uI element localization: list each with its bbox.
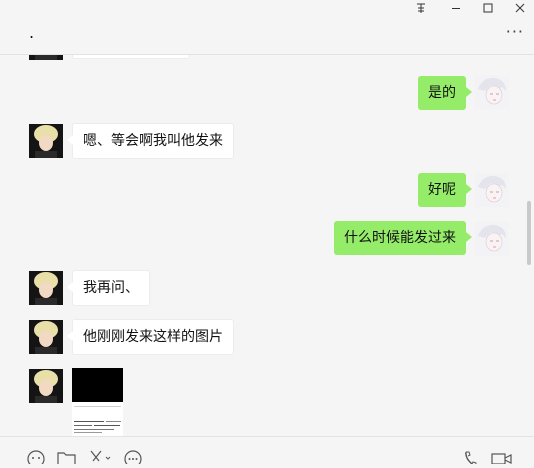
- title-bar: . ···: [0, 0, 534, 55]
- message-list[interactable]: 是的 嗯、等会啊我叫他发来 好呢 什么时候能发过来 我再问、 他刚刚发来这样的图…: [0, 55, 534, 436]
- message-bubble[interactable]: 是的: [418, 76, 472, 110]
- image-message[interactable]: [72, 368, 123, 436]
- pin-icon[interactable]: [407, 0, 435, 16]
- input-toolbar: [0, 436, 534, 468]
- contact-avatar[interactable]: [29, 320, 63, 354]
- message-bubble[interactable]: 嗯、等会啊我叫他发来: [67, 123, 234, 159]
- contact-avatar[interactable]: [29, 369, 63, 403]
- message-bubble[interactable]: 我再问、: [67, 270, 150, 306]
- phone-icon[interactable]: [462, 449, 482, 466]
- message-bubble[interactable]: 他刚刚发来这样的图片: [67, 319, 234, 355]
- message-bubble[interactable]: 什么时候能发过来: [334, 221, 472, 255]
- self-avatar[interactable]: [475, 222, 509, 256]
- maximize-icon[interactable]: [474, 0, 502, 16]
- scissors-icon[interactable]: [88, 449, 111, 464]
- contact-avatar[interactable]: [29, 124, 63, 158]
- contact-avatar[interactable]: [29, 55, 63, 60]
- contact-avatar[interactable]: [29, 271, 63, 305]
- self-avatar[interactable]: [475, 75, 509, 109]
- video-icon[interactable]: [491, 449, 512, 465]
- scrollbar-thumb[interactable]: [527, 201, 531, 265]
- chat-title: .: [29, 23, 35, 42]
- self-avatar[interactable]: [475, 173, 509, 207]
- more-options-button[interactable]: ···: [506, 24, 524, 40]
- message-bubble[interactable]: 好呢: [418, 173, 472, 207]
- emoji-icon[interactable]: [27, 449, 47, 468]
- folder-icon[interactable]: [57, 449, 77, 466]
- close-icon[interactable]: [506, 0, 534, 16]
- message-bubble-partial[interactable]: [72, 55, 190, 59]
- minimize-icon[interactable]: [442, 0, 470, 16]
- chat-history-icon[interactable]: [123, 449, 143, 468]
